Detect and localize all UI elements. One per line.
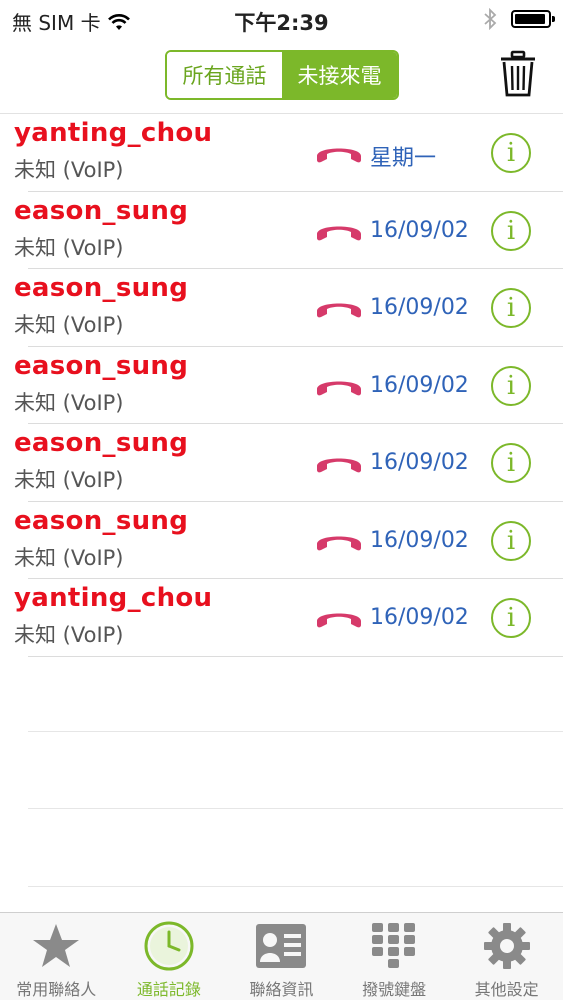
battery-icon [511,10,555,28]
info-icon[interactable]: i [491,598,531,638]
call-filter-segmented-control: 所有通話 未接來電 [165,50,399,100]
info-icon[interactable]: i [491,210,531,251]
info-icon[interactable]: i [491,288,531,328]
call-type: 未知 (VoIP) [14,545,124,570]
call-type: 未知 (VoIP) [14,390,124,415]
tab-call-log[interactable]: 通話記錄 [113,913,226,1000]
tab-label: 聯絡資訊 [249,980,314,999]
tab-label: 其他設定 [474,980,539,999]
call-row[interactable]: yanting_chou 未知 (VoIP) 16/09/02 i [0,579,563,657]
tab-label: 撥號鍵盤 [362,980,427,999]
missed-call-phone-icon [317,148,361,163]
caller-name: eason_sung [14,505,189,536]
star-icon [29,919,83,972]
bluetooth-icon [484,8,497,30]
call-date: 16/09/02 [370,372,469,398]
caller-name: yanting_chou [14,118,213,148]
caller-name: eason_sung [14,195,189,226]
status-right [483,8,555,30]
call-row[interactable]: eason_sung 未知 (VoIP) 16/09/02 i [0,424,563,502]
keypad-icon [367,919,421,972]
tab-bar: 常用聯絡人 通話記錄 聯絡資訊 撥號鍵盤 其他設定 [0,912,563,1000]
call-type: 未知 (VoIP) [14,623,124,647]
call-list: yanting_chou 未知 (VoIP) 星期一 i eason_sung … [0,114,563,657]
empty-row-divider [28,886,563,887]
caller-name: yanting_chou [14,583,213,613]
call-date: 16/09/02 [370,450,469,475]
info-icon[interactable]: i [491,520,531,561]
call-type: 未知 (VoIP) [14,313,124,337]
tab-contacts[interactable]: 聯絡資訊 [225,913,338,1000]
missed-call-phone-icon [317,303,361,318]
clock-icon [142,919,196,972]
caller-name: eason_sung [14,428,189,458]
call-date: 16/09/02 [370,295,469,320]
caller-name: eason_sung [14,273,189,303]
call-date: 16/09/02 [370,527,469,553]
call-date: 16/09/02 [370,217,469,243]
tab-label: 通話記錄 [136,980,201,999]
caller-name: eason_sung [14,350,189,381]
status-bar: 無 SIM 卡 下午2:39 [0,0,563,40]
missed-call-phone-icon [317,458,361,473]
call-row[interactable]: eason_sung 未知 (VoIP) 16/09/02 i [0,347,563,425]
status-time: 下午2:39 [234,11,329,35]
missed-call-phone-icon [317,381,361,395]
call-row[interactable]: yanting_chou 未知 (VoIP) 星期一 i [0,114,563,192]
call-row[interactable]: eason_sung 未知 (VoIP) 16/09/02 i [0,269,563,347]
call-row[interactable]: eason_sung 未知 (VoIP) 16/09/02 i [0,502,563,580]
call-type: 未知 (VoIP) [14,158,124,182]
info-icon[interactable]: i [491,443,531,483]
segment-all-calls[interactable]: 所有通話 [167,52,282,98]
info-icon[interactable]: i [491,133,531,173]
call-type: 未知 (VoIP) [14,468,124,492]
empty-row-divider [28,808,563,809]
call-type: 未知 (VoIP) [14,235,124,260]
missed-call-phone-icon [317,536,361,550]
call-date: 16/09/02 [370,605,469,630]
tab-label: 常用聯絡人 [16,980,97,999]
call-row[interactable]: eason_sung 未知 (VoIP) 16/09/02 i [0,192,563,270]
missed-call-phone-icon [317,226,361,240]
tab-favorites[interactable]: 常用聯絡人 [0,913,113,1000]
tab-keypad[interactable]: 撥號鍵盤 [338,913,451,1000]
segment-missed-calls[interactable]: 未接來電 [282,52,397,98]
tab-settings[interactable]: 其他設定 [450,913,563,1000]
nav-header: 所有通話 未接來電 [0,40,563,114]
empty-row-divider [28,731,563,732]
gear-icon [480,919,534,972]
trash-icon[interactable] [499,50,537,98]
missed-call-phone-icon [317,613,361,628]
contact-card-icon [254,919,308,972]
call-date: 星期一 [370,146,437,171]
info-icon[interactable]: i [491,365,531,406]
